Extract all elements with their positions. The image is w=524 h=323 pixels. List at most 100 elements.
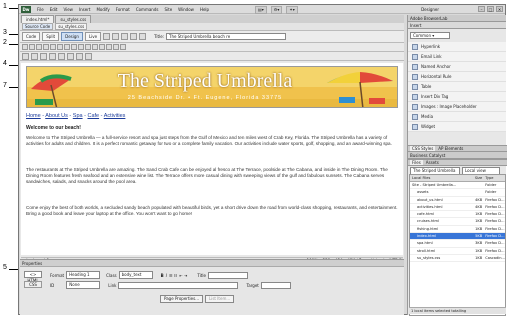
nav-home-link[interactable]: Home bbox=[26, 113, 41, 119]
insert-named-anchor[interactable]: Named Anchor bbox=[408, 62, 506, 72]
image-icon[interactable] bbox=[64, 44, 70, 50]
insert-widget[interactable]: Widget bbox=[408, 122, 506, 132]
file-row[interactable]: su_styles.css 1KB Cascadin... bbox=[410, 255, 505, 263]
site-icon[interactable]: ✦▾ bbox=[286, 6, 298, 14]
business-catalyst-header[interactable]: Business Catalyst bbox=[408, 152, 507, 159]
render-handheld-icon[interactable] bbox=[58, 52, 65, 60]
css-starter-icon[interactable] bbox=[31, 52, 38, 60]
css-enable-icon[interactable] bbox=[22, 52, 29, 60]
insert-hyperlink[interactable]: Hyperlink bbox=[408, 42, 506, 52]
refresh-icon[interactable] bbox=[130, 33, 138, 40]
render-projection-icon[interactable] bbox=[67, 52, 74, 60]
maximize-icon[interactable]: □ bbox=[487, 6, 494, 12]
tab-ap-elements[interactable]: AP Elements bbox=[438, 146, 463, 151]
col-local-files[interactable]: Local Files bbox=[410, 175, 469, 181]
minimize-icon[interactable]: – bbox=[478, 6, 485, 12]
menu-insert[interactable]: Insert bbox=[76, 5, 93, 14]
insert-image[interactable]: Images : Image Placeholder bbox=[408, 102, 506, 112]
file-row[interactable]: stroll.html 1KB Firefox D... bbox=[410, 248, 505, 255]
tab-css-styles[interactable]: CSS Styles bbox=[410, 146, 436, 151]
nav-activities-link[interactable]: Activities bbox=[104, 113, 126, 119]
css-mode-button[interactable]: CSS bbox=[24, 281, 42, 288]
media-icon[interactable] bbox=[71, 44, 77, 50]
file-row[interactable]: cruises.html 1KB Firefox D... bbox=[410, 218, 505, 226]
tag-chooser-icon[interactable] bbox=[120, 44, 126, 50]
render-tty-icon[interactable] bbox=[76, 52, 83, 60]
div-icon[interactable] bbox=[57, 44, 63, 50]
title-input[interactable]: The Striped Umbrella beach re bbox=[166, 33, 287, 40]
file-row[interactable]: cafe.html 1KB Firefox D... bbox=[410, 211, 505, 219]
insert-category-select[interactable]: Common ▾ bbox=[410, 32, 450, 39]
nav-cafe-link[interactable]: Cafe bbox=[87, 113, 99, 119]
tab-su-styles[interactable]: su_styles.css bbox=[55, 15, 92, 23]
related-source-code[interactable]: Source Code bbox=[22, 23, 54, 30]
menu-window[interactable]: Window bbox=[175, 5, 197, 14]
render-print-icon[interactable] bbox=[49, 52, 56, 60]
anchor-icon[interactable] bbox=[36, 44, 42, 50]
insert-horizontal-rule[interactable]: Horizontal Rule bbox=[408, 72, 506, 82]
list-item-button[interactable]: List Item... bbox=[204, 295, 235, 303]
target-select[interactable] bbox=[260, 281, 291, 289]
comment-icon[interactable] bbox=[92, 44, 98, 50]
menu-file[interactable]: File bbox=[34, 5, 47, 14]
tab-assets[interactable]: Assets bbox=[426, 160, 439, 165]
split-view-button[interactable]: Split bbox=[42, 32, 60, 41]
italic-icon[interactable]: I bbox=[166, 273, 167, 278]
list-icon[interactable]: ☰ ☷ bbox=[169, 273, 177, 278]
format-select[interactable]: Heading 1 bbox=[66, 271, 101, 279]
nav-about-link[interactable]: About Us bbox=[45, 113, 68, 119]
file-row-selected[interactable]: index.html 5KB Firefox D... bbox=[410, 233, 505, 241]
file-row[interactable]: assets Folder bbox=[410, 189, 505, 197]
visual-aids-icon[interactable] bbox=[139, 33, 147, 40]
hr-icon[interactable] bbox=[43, 44, 49, 50]
extend-icon[interactable]: ⚙▾ bbox=[270, 6, 283, 14]
render-tv-icon[interactable] bbox=[85, 52, 92, 60]
live-view-button[interactable]: Live bbox=[84, 32, 102, 41]
menu-edit[interactable]: Edit bbox=[47, 5, 61, 14]
related-css-file[interactable]: su_styles.css bbox=[55, 23, 88, 30]
menu-help[interactable]: Help bbox=[197, 5, 212, 14]
table-icon[interactable] bbox=[50, 44, 56, 50]
menu-format[interactable]: Format bbox=[113, 5, 133, 14]
page-properties-button[interactable]: Page Properties... bbox=[160, 295, 203, 303]
file-row[interactable]: about_us.html 4KB Firefox D... bbox=[410, 197, 505, 204]
file-row[interactable]: fishing.html 1KB Firefox D... bbox=[410, 226, 505, 234]
script-icon[interactable] bbox=[106, 44, 112, 50]
menu-view[interactable]: View bbox=[60, 5, 76, 14]
indent-icon[interactable]: ⇤ ⇥ bbox=[179, 273, 187, 278]
server-include-icon[interactable] bbox=[85, 44, 91, 50]
title-field[interactable] bbox=[207, 271, 248, 279]
preview-browser-icon[interactable] bbox=[112, 33, 120, 40]
hyperlink-icon[interactable] bbox=[22, 44, 28, 50]
insert-div-tag[interactable]: Insert Div Tag bbox=[408, 92, 506, 102]
id-select[interactable]: None bbox=[66, 281, 101, 289]
file-row[interactable]: spa.html 3KB Firefox D... bbox=[410, 240, 505, 248]
nav-spa-link[interactable]: Spa bbox=[73, 113, 83, 119]
tab-index-html[interactable]: index.html* bbox=[21, 15, 55, 23]
multiscreen-icon[interactable] bbox=[103, 33, 111, 40]
menu-site[interactable]: Site bbox=[161, 5, 175, 14]
class-select[interactable]: body_text bbox=[118, 271, 153, 279]
head-icon[interactable] bbox=[99, 44, 105, 50]
file-row[interactable]: Site - Striped Umbrella... Folder bbox=[410, 182, 505, 190]
design-view-page[interactable]: The Striped Umbrella 25 Beachside Dr. • … bbox=[21, 63, 403, 255]
file-management-icon[interactable] bbox=[121, 33, 129, 40]
menu-commands[interactable]: Commands bbox=[133, 5, 162, 14]
tab-files[interactable]: Files bbox=[410, 160, 423, 165]
bold-icon[interactable]: B bbox=[161, 273, 164, 278]
close-icon[interactable]: ✕ bbox=[496, 6, 503, 12]
col-size[interactable]: Size bbox=[469, 175, 483, 181]
template-icon[interactable] bbox=[113, 44, 119, 50]
insert-table[interactable]: Table bbox=[408, 82, 506, 92]
date-icon[interactable] bbox=[78, 44, 84, 50]
col-type[interactable]: Type bbox=[483, 175, 505, 181]
link-input[interactable] bbox=[118, 281, 239, 289]
file-row[interactable]: activities.html 4KB Firefox D... bbox=[410, 204, 505, 212]
insert-email-link[interactable]: Email Link bbox=[408, 52, 506, 62]
menu-modify[interactable]: Modify bbox=[93, 5, 112, 14]
insert-media[interactable]: Media bbox=[408, 112, 506, 122]
render-screen-icon[interactable] bbox=[40, 52, 47, 60]
layout-icon[interactable]: ▤▾ bbox=[255, 6, 267, 14]
code-view-button[interactable]: Code bbox=[22, 32, 41, 41]
html-mode-button[interactable]: <> HTML bbox=[24, 271, 42, 283]
